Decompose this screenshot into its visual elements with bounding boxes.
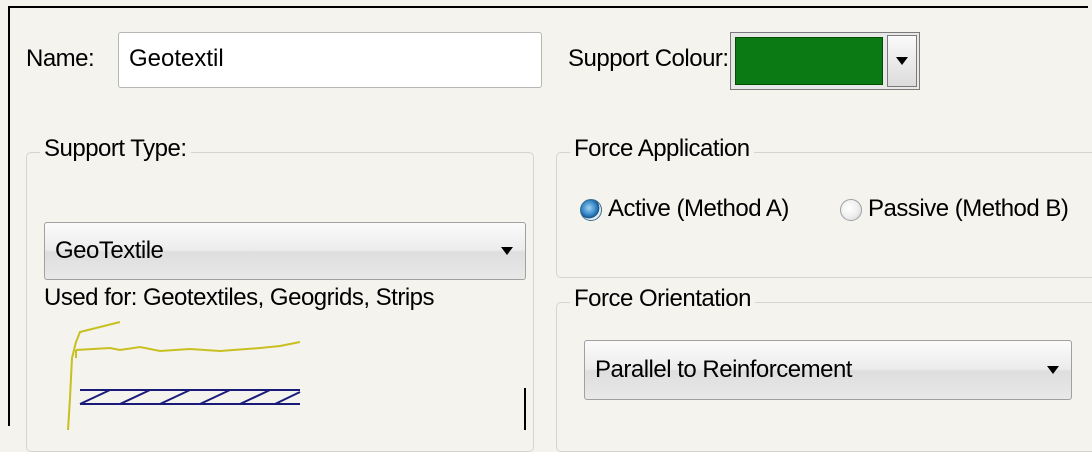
support-type-description: Used for: Geotextiles, Geogrids, Strips bbox=[44, 284, 435, 311]
force-orientation-select[interactable]: Parallel to Reinforcement bbox=[584, 340, 1072, 400]
geotextile-preview-icon bbox=[67, 321, 301, 430]
chevron-down-icon bbox=[896, 57, 908, 65]
colour-dropdown-button[interactable] bbox=[887, 35, 917, 87]
support-type-selected: GeoTextile bbox=[55, 237, 164, 264]
name-label: Name: bbox=[26, 45, 95, 72]
chevron-down-icon bbox=[501, 247, 513, 255]
force-orientation-selected: Parallel to Reinforcement bbox=[595, 356, 852, 383]
support-colour-picker[interactable] bbox=[730, 32, 920, 90]
support-type-select[interactable]: GeoTextile bbox=[44, 222, 526, 280]
active-method-a-radio[interactable] bbox=[580, 199, 602, 221]
colour-swatch bbox=[735, 37, 883, 85]
force-orientation-legend: Force Orientation bbox=[570, 285, 755, 313]
passive-method-b-radio[interactable] bbox=[840, 199, 862, 221]
active-method-a-label[interactable]: Active (Method A) bbox=[608, 195, 789, 223]
name-input[interactable]: Geotextil bbox=[118, 32, 542, 88]
support-colour-label: Support Colour: bbox=[568, 45, 729, 72]
chevron-down-icon bbox=[1047, 366, 1059, 374]
support-type-legend: Support Type: bbox=[40, 135, 191, 163]
passive-method-b-label[interactable]: Passive (Method B) bbox=[868, 195, 1069, 223]
panel-divider bbox=[524, 388, 526, 430]
force-application-legend: Force Application bbox=[570, 135, 754, 163]
